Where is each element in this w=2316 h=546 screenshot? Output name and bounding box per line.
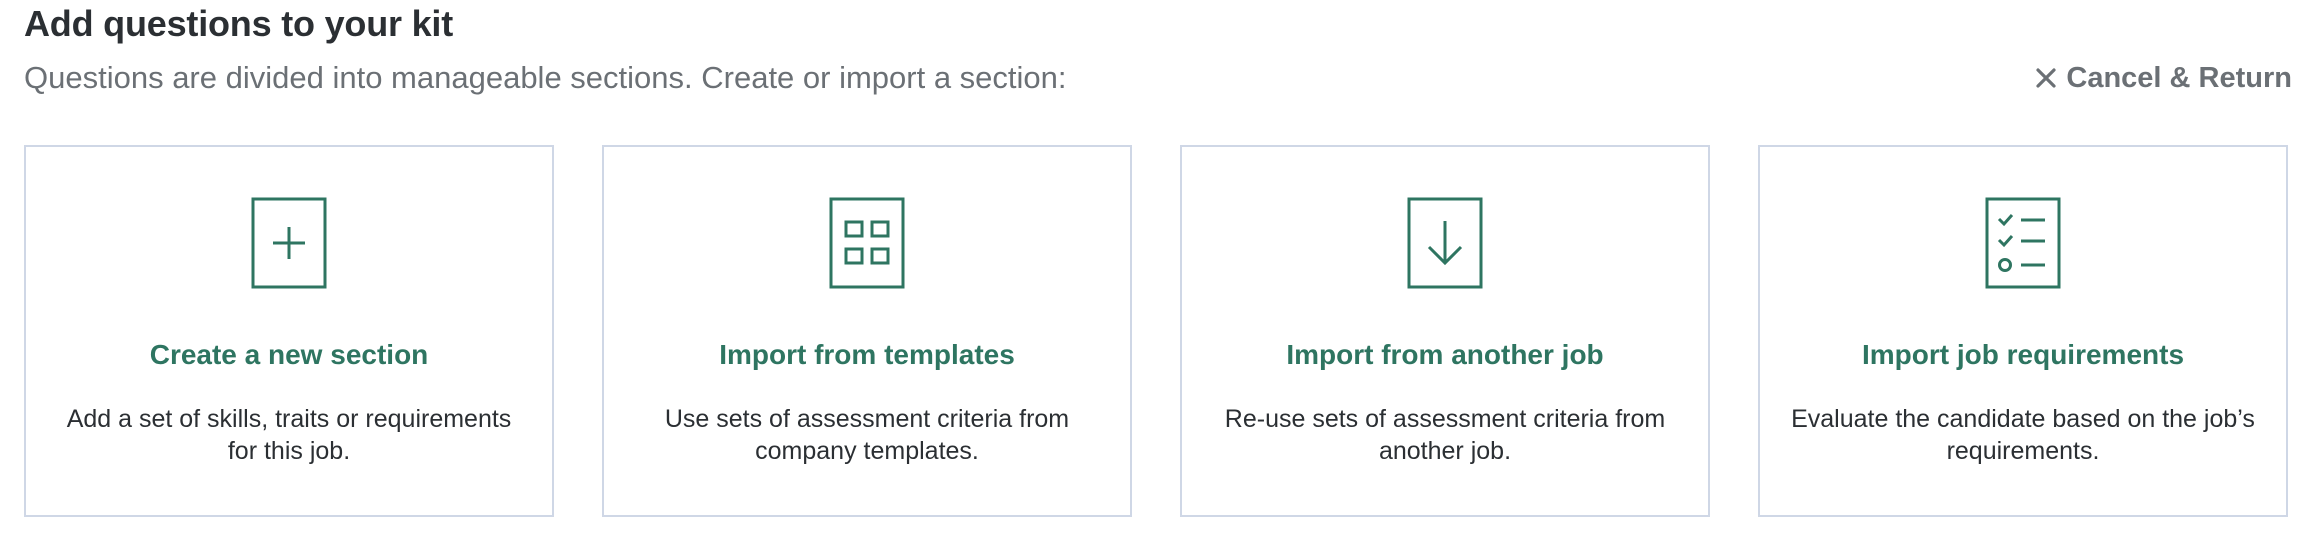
plus-box-icon <box>251 197 327 289</box>
page-subtitle: Questions are divided into manageable se… <box>24 60 1067 95</box>
card-title: Import from templates <box>719 339 1015 370</box>
add-questions-page: Add questions to your kit Questions are … <box>0 0 2316 546</box>
page-title: Add questions to your kit <box>24 3 454 44</box>
card-description: Use sets of assessment criteria from com… <box>664 405 1070 465</box>
import-job-requirements-card[interactable]: Import job requirements Evaluate the can… <box>1758 145 2288 517</box>
import-from-templates-card[interactable]: Import from templates Use sets of assess… <box>602 145 1132 517</box>
card-description: Re-use sets of assessment criteria from … <box>1224 405 1666 465</box>
checklist-icon <box>1985 197 2061 289</box>
card-title: Create a new section <box>149 339 429 370</box>
template-grid-icon <box>829 197 905 289</box>
close-icon <box>2036 68 2056 88</box>
card-description: Add a set of skills, traits or requireme… <box>66 405 512 465</box>
card-title: Import from another job <box>1286 339 1604 370</box>
card-description: Evaluate the candidate based on the job’… <box>1791 405 2255 465</box>
import-from-another-job-card[interactable]: Import from another job Re-use sets of a… <box>1180 145 1710 517</box>
download-arrow-icon <box>1407 197 1483 289</box>
section-options: Create a new section Add a set of skills… <box>24 145 2288 517</box>
cancel-return-label: Cancel & Return <box>2066 62 2292 94</box>
cancel-return-button[interactable]: Cancel & Return <box>2034 58 2292 98</box>
card-title: Import job requirements <box>1861 339 2185 370</box>
create-new-section-card[interactable]: Create a new section Add a set of skills… <box>24 145 554 517</box>
